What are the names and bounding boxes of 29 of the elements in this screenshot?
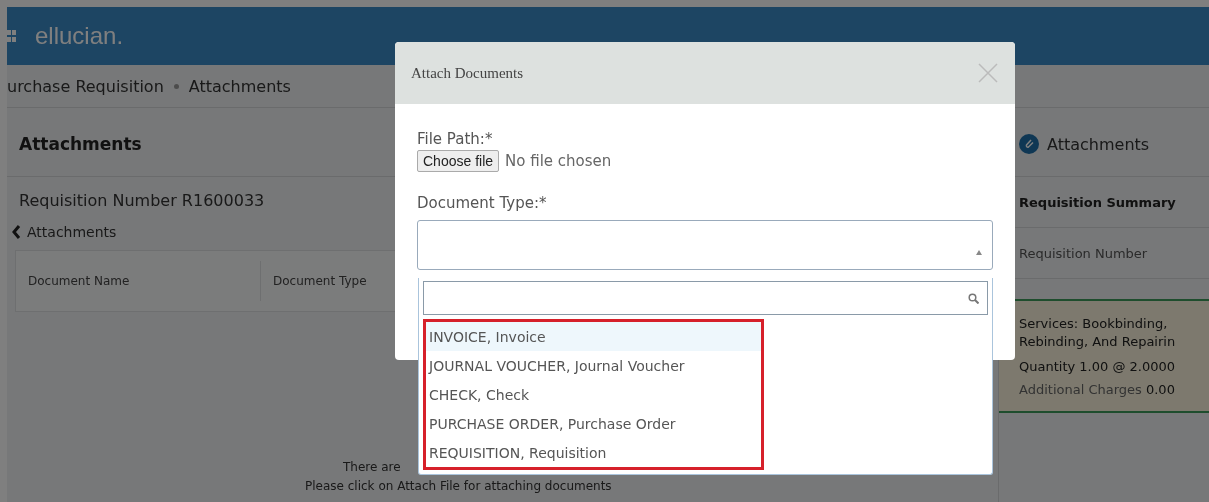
- empty-message: Please click on Attach File for attaching documents: [305, 478, 612, 495]
- search-field[interactable]: [423, 281, 988, 315]
- item-quantity: Quantity 1.00 @ 2.0000: [1019, 359, 1176, 374]
- charges-label: Additional Charges: [1019, 382, 1142, 397]
- breadcrumb-item[interactable]: Attachments: [188, 76, 291, 96]
- file-status: No file chosen: [505, 152, 612, 170]
- page-title: Attachments: [19, 134, 142, 154]
- sidebar-title: Attachments: [1047, 134, 1150, 154]
- dropdown-option[interactable]: INVOICE, Invoice: [426, 322, 761, 351]
- close-icon: [977, 62, 999, 84]
- search-icon: [968, 292, 979, 304]
- file-path-label: File Path:*: [417, 130, 494, 148]
- empty-message: There are: [343, 459, 401, 476]
- requisition-number: Requisition Number R1600033: [19, 191, 265, 210]
- paperclip-icon: [1019, 134, 1039, 154]
- caret-icon: [976, 250, 982, 255]
- breadcrumb-item[interactable]: urchase Requisition: [7, 76, 164, 96]
- logo: ellucian.: [35, 22, 124, 50]
- dialog-title: Attach Documents: [411, 64, 524, 82]
- chevron-left-icon: [12, 225, 21, 239]
- charges-value: 0.00: [1145, 382, 1175, 397]
- column-header[interactable]: Document Name: [16, 261, 261, 301]
- back-link[interactable]: Attachments: [7, 210, 998, 240]
- item-description: Services: Bookbinding, Rebinding, And Repairin: [1019, 315, 1177, 351]
- document-type-label: Document Type:*: [417, 194, 548, 212]
- close-button[interactable]: [977, 62, 999, 84]
- document-type-select[interactable]: [417, 220, 993, 270]
- choose-file-button[interactable]: Choose file: [417, 150, 500, 172]
- grid-icon[interactable]: [7, 29, 17, 43]
